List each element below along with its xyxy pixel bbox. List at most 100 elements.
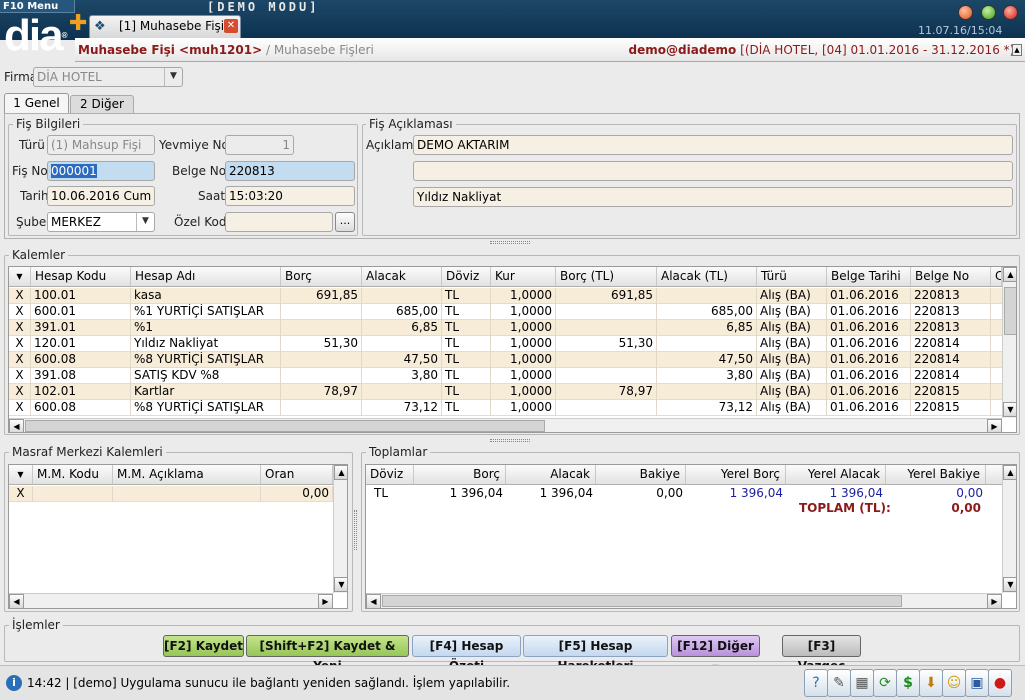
col-hesap-kodu[interactable]: Hesap Kodu [31, 267, 131, 286]
cell-alacak[interactable] [362, 336, 442, 352]
cell-hesap-kodu[interactable]: 600.01 [31, 304, 131, 320]
yevmiye-field[interactable]: 1 [225, 135, 294, 155]
belgeno-field[interactable]: 220813 [225, 161, 355, 181]
scroll-up-icon[interactable]: ▲ [1003, 465, 1016, 480]
row-delete-icon[interactable]: X [9, 368, 31, 384]
col-bakiye[interactable]: Bakiye [596, 465, 686, 484]
cell-borc[interactable] [281, 352, 362, 368]
scroll-right-icon[interactable]: ▶ [987, 594, 1002, 608]
cell-belge-no[interactable]: 220815 [911, 384, 991, 400]
cell-borc-tl[interactable] [556, 320, 657, 336]
scroll-up-icon[interactable]: ▲ [334, 465, 347, 480]
cell-kur[interactable]: 1,0000 [491, 400, 556, 416]
hesap-ozeti-button[interactable]: [F4] Hesap Özeti [412, 635, 521, 673]
cell-belge-tarihi[interactable]: 01.06.2016 [827, 320, 911, 336]
col-doviz[interactable]: Döviz [366, 465, 414, 484]
cell-hesap-kodu[interactable]: 391.08 [31, 368, 131, 384]
table-row[interactable]: X 600.08 %8 YURTİÇİ SATIŞLAR 47,50 TL 1,0000 4… [9, 352, 1002, 368]
close-window-icon[interactable] [1003, 5, 1018, 20]
cell-borc-tl[interactable]: 51,30 [556, 336, 657, 352]
cell-belge-tarihi[interactable]: 01.06.2016 [827, 368, 911, 384]
cell-kur[interactable]: 1,0000 [491, 304, 556, 320]
splitter-handle[interactable] [490, 241, 530, 244]
cell-hesap-adi[interactable]: %8 YURTİÇİ SATIŞLAR [131, 400, 281, 416]
cell-hesap-kodu[interactable]: 102.01 [31, 384, 131, 400]
maximize-icon[interactable] [981, 5, 996, 20]
currency-icon[interactable]: $ [896, 669, 920, 697]
tab-diger[interactable]: 2 Diğer [70, 95, 134, 113]
cell-kur[interactable]: 1,0000 [491, 336, 556, 352]
cell-doviz[interactable]: TL [442, 288, 491, 304]
hesap-hareketleri-button[interactable]: [F5] Hesap Hareketleri [523, 635, 668, 673]
cell-belge-tarihi[interactable]: 01.06.2016 [827, 352, 911, 368]
breadcrumb-link[interactable]: Muhasebe Fişleri [274, 43, 374, 57]
aciklama-line-2[interactable] [413, 161, 1013, 181]
cell-hesap-kodu[interactable]: 600.08 [31, 352, 131, 368]
row-delete-icon[interactable]: X [9, 336, 31, 352]
scroll-left-icon[interactable]: ◀ [366, 594, 381, 608]
cell-borc[interactable]: 78,97 [281, 384, 362, 400]
col-oran[interactable]: Oran [261, 465, 333, 484]
cancel-button[interactable]: [F3] Vazgeç [782, 635, 861, 673]
cell-hesap-adi[interactable]: %1 YURTİÇİ SATIŞLAR [131, 304, 281, 320]
cell-belge-tarihi[interactable]: 01.06.2016 [827, 288, 911, 304]
table-row[interactable]: X 600.08 %8 YURTİÇİ SATIŞLAR 73,12 TL 1,0000 7… [9, 400, 1002, 416]
tab-genel[interactable]: 1 Genel [4, 93, 69, 114]
col-belge-tarihi[interactable]: Belge Tarihi [827, 267, 911, 286]
cell-kur[interactable]: 1,0000 [491, 368, 556, 384]
horizontal-scrollbar[interactable]: ◀ ▶ [9, 593, 333, 608]
col-yerel-borc[interactable]: Yerel Borç [686, 465, 786, 484]
cell-borc-tl[interactable] [556, 352, 657, 368]
row-delete-icon[interactable]: X [9, 320, 31, 336]
splitter-handle[interactable] [354, 510, 357, 550]
col-hesap-adi[interactable]: Hesap Adı [131, 267, 281, 286]
chevron-down-icon[interactable]: ▼ [136, 213, 154, 231]
cell-doviz[interactable]: TL [442, 336, 491, 352]
col-borc-tl[interactable]: Borç (TL) [556, 267, 657, 286]
cell-doviz[interactable]: TL [442, 352, 491, 368]
cell-turu[interactable]: Alış (BA) [757, 352, 827, 368]
row-delete-icon[interactable]: X [9, 352, 31, 368]
scroll-left-icon[interactable]: ◀ [9, 594, 24, 608]
column-chooser-icon[interactable]: ▼ [9, 465, 33, 484]
scroll-left-icon[interactable]: ◀ [9, 419, 24, 432]
cell-borc[interactable] [281, 320, 362, 336]
cell-borc-tl[interactable] [556, 304, 657, 320]
cell-hesap-kodu[interactable]: 120.01 [31, 336, 131, 352]
cell-kur[interactable]: 1,0000 [491, 384, 556, 400]
table-row[interactable]: X 120.01 Yıldız Nakliyat 51,30 TL 1,0000 51,30… [9, 336, 1002, 352]
cell-doviz[interactable]: TL [442, 400, 491, 416]
cell-mm-aciklama[interactable] [113, 486, 261, 502]
col-doviz[interactable]: Döviz [442, 267, 491, 286]
cell-borc-tl[interactable]: 78,97 [556, 384, 657, 400]
cell-borc[interactable] [281, 368, 362, 384]
cell-turu[interactable]: Alış (BA) [757, 368, 827, 384]
scroll-right-icon[interactable]: ▶ [318, 594, 333, 608]
col-belge-no[interactable]: Belge No [911, 267, 991, 286]
cell-belge-tarihi[interactable]: 01.06.2016 [827, 336, 911, 352]
firma-select[interactable]: DİA HOTEL [33, 67, 183, 87]
cell-doviz[interactable]: TL [442, 304, 491, 320]
table-row[interactable]: X 102.01 Kartlar 78,97 TL 1,0000 78,97 Alış (BA… [9, 384, 1002, 400]
cell-mm-kodu[interactable] [33, 486, 113, 502]
col-c[interactable]: C [991, 267, 1002, 286]
scroll-right-icon[interactable]: ▶ [987, 419, 1002, 432]
row-delete-icon[interactable]: X [9, 288, 31, 304]
calculator-icon[interactable]: ▦ [850, 669, 874, 697]
col-alacak-tl[interactable]: Alacak (TL) [657, 267, 757, 286]
cell-hesap-adi[interactable]: %1 [131, 320, 281, 336]
chevron-down-icon[interactable]: ▼ [164, 68, 182, 86]
download-icon[interactable]: ⬇ [919, 669, 943, 697]
cell-alacak-tl[interactable]: 73,12 [657, 400, 757, 416]
cell-hesap-adi[interactable]: %8 YURTİÇİ SATIŞLAR [131, 352, 281, 368]
minimize-icon[interactable] [958, 5, 973, 20]
col-yerel-alacak[interactable]: Yerel Alacak [786, 465, 886, 484]
cell-belge-no[interactable]: 220813 [911, 288, 991, 304]
toplamlar-table[interactable]: Döviz Borç Alacak Bakiye Yerel Borç Yere… [365, 464, 1017, 609]
cell-borc-tl[interactable] [556, 368, 657, 384]
row-delete-icon[interactable]: X [9, 400, 31, 416]
diger-button[interactable]: [F12] Diğer ▼ [671, 635, 760, 672]
cell-alacak-tl[interactable] [657, 336, 757, 352]
scroll-down-icon[interactable]: ▼ [1003, 402, 1016, 417]
cell-alacak[interactable] [362, 288, 442, 304]
